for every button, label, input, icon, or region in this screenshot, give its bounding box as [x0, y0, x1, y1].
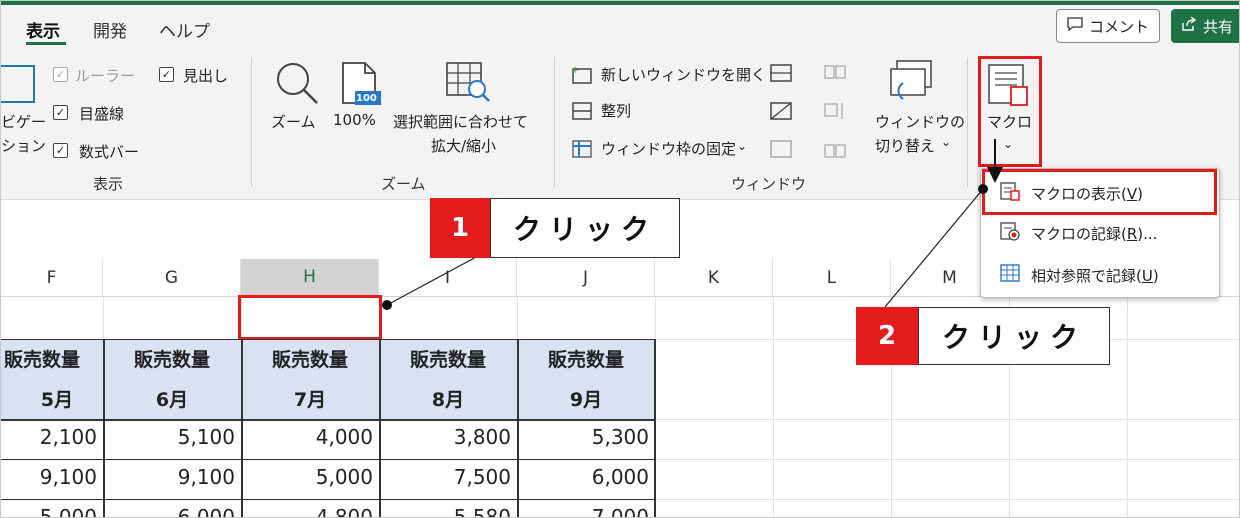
callout-2-number: 2 [856, 307, 918, 365]
annotation-lines [382, 139, 1003, 310]
callout-1-number: 1 [430, 198, 490, 258]
callout-2-text: クリック [918, 307, 1110, 365]
callout-1-text: クリック [490, 198, 680, 258]
